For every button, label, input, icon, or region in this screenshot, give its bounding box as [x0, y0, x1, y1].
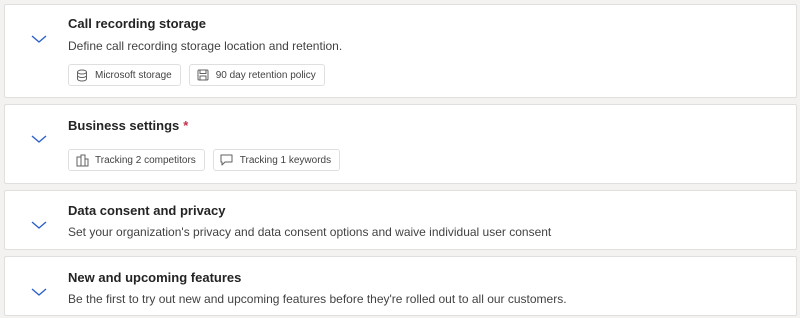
section-data-consent-privacy[interactable]: Data consent and privacy Set your organi… — [4, 190, 797, 250]
section-business-settings[interactable]: Business settings * Tracking 2 competitor… — [4, 104, 797, 184]
section-title: New and upcoming features — [68, 270, 242, 285]
tag-microsoft-storage: Microsoft storage — [68, 64, 181, 86]
competitors-icon — [75, 153, 89, 167]
section-title-text: Business settings — [68, 118, 180, 133]
database-icon — [75, 68, 89, 82]
section-description: Define call recording storage location a… — [68, 39, 343, 53]
section-call-recording-storage[interactable]: Call recording storage Define call recor… — [4, 4, 797, 98]
save-icon — [196, 68, 210, 82]
section-title: Data consent and privacy — [68, 203, 226, 218]
required-marker: * — [183, 118, 189, 133]
chevron-down-icon[interactable] — [30, 219, 48, 231]
tag-label: Microsoft storage — [95, 69, 172, 81]
tag-keywords: Tracking 1 keywords — [212, 149, 341, 171]
chevron-down-icon[interactable] — [30, 33, 48, 45]
comment-icon — [220, 153, 234, 167]
tag-label: Tracking 1 keywords — [239, 154, 332, 166]
section-new-upcoming-features[interactable]: New and upcoming features Be the first t… — [4, 256, 797, 316]
section-description: Be the first to try out new and upcoming… — [68, 292, 567, 306]
tag-label: 90 day retention policy — [215, 69, 316, 81]
chevron-down-icon[interactable] — [30, 286, 48, 298]
section-title: Business settings * — [68, 118, 188, 133]
tag-retention-policy: 90 day retention policy — [188, 64, 325, 86]
section-description: Set your organization's privacy and data… — [68, 225, 552, 239]
tag-label: Tracking 2 competitors — [95, 154, 196, 166]
tag-competitors: Tracking 2 competitors — [68, 149, 205, 171]
section-title: Call recording storage — [68, 16, 206, 31]
chevron-down-icon[interactable] — [30, 133, 48, 145]
